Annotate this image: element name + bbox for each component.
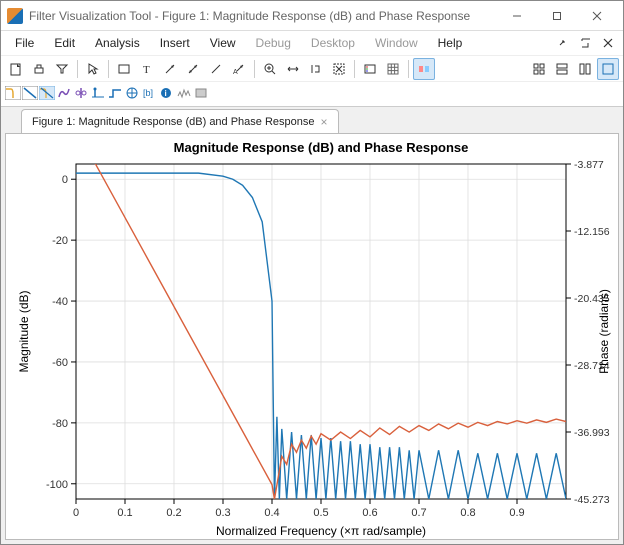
svg-text:-45.273: -45.273 bbox=[574, 494, 610, 506]
svg-text:-20: -20 bbox=[52, 235, 68, 247]
main-toolbar: T A bbox=[1, 55, 623, 81]
menu-window[interactable]: Window bbox=[367, 34, 426, 52]
window-title: Filter Visualization Tool - Figure 1: Ma… bbox=[29, 9, 497, 23]
svg-text:Magnitude (dB): Magnitude (dB) bbox=[17, 290, 31, 372]
pointer-button[interactable] bbox=[82, 58, 104, 80]
double-arrow-button[interactable] bbox=[182, 58, 204, 80]
magnitude-button[interactable] bbox=[5, 86, 21, 103]
svg-text:-40: -40 bbox=[52, 296, 68, 308]
maximize-button[interactable] bbox=[537, 2, 577, 30]
menubar: File Edit Analysis Insert View Debug Des… bbox=[1, 31, 623, 55]
svg-text:-60: -60 bbox=[52, 357, 68, 369]
tab-strip: Figure 1: Magnitude Response (dB) and Ph… bbox=[1, 107, 623, 133]
dock-icon[interactable] bbox=[555, 34, 573, 52]
minimize-button[interactable] bbox=[497, 2, 537, 30]
menu-desktop[interactable]: Desktop bbox=[303, 34, 363, 52]
group-delay-button[interactable] bbox=[56, 86, 72, 103]
svg-text:0.9: 0.9 bbox=[509, 507, 524, 519]
legend-button[interactable] bbox=[359, 58, 381, 80]
restore-view-button[interactable] bbox=[328, 58, 350, 80]
menu-help[interactable]: Help bbox=[430, 34, 471, 52]
svg-text:0: 0 bbox=[73, 507, 79, 519]
noise-power-button[interactable] bbox=[193, 86, 209, 103]
tab-close-icon[interactable]: × bbox=[321, 115, 328, 129]
undock-icon[interactable] bbox=[577, 34, 595, 52]
step-button[interactable] bbox=[107, 86, 123, 103]
svg-text:-80: -80 bbox=[52, 418, 68, 430]
text-arrow-button[interactable]: A bbox=[228, 58, 250, 80]
svg-text:T: T bbox=[143, 64, 150, 76]
line-button[interactable] bbox=[205, 58, 227, 80]
highlight-button[interactable] bbox=[413, 58, 435, 80]
svg-text:-3.877: -3.877 bbox=[574, 159, 604, 171]
app-icon bbox=[7, 8, 23, 24]
svg-text:0.6: 0.6 bbox=[362, 507, 377, 519]
svg-text:-36.993: -36.993 bbox=[574, 427, 610, 439]
svg-text:0.5: 0.5 bbox=[313, 507, 328, 519]
single-button[interactable] bbox=[597, 58, 619, 80]
application-window: Filter Visualization Tool - Figure 1: Ma… bbox=[0, 0, 624, 545]
svg-text:0: 0 bbox=[62, 174, 68, 186]
svg-text:i: i bbox=[165, 89, 167, 98]
print-button[interactable] bbox=[28, 58, 50, 80]
tile-v-button[interactable] bbox=[574, 58, 596, 80]
content-area: Figure 1: Magnitude Response (dB) and Ph… bbox=[1, 107, 623, 544]
svg-text:Phase (radians): Phase (radians) bbox=[597, 289, 611, 374]
mag-phase-button[interactable] bbox=[39, 86, 55, 103]
svg-text:[b]: [b] bbox=[143, 88, 153, 98]
text-button[interactable]: T bbox=[136, 58, 158, 80]
menu-view[interactable]: View bbox=[202, 34, 244, 52]
noise-psd-button[interactable] bbox=[176, 86, 192, 103]
polezero-button[interactable] bbox=[124, 86, 140, 103]
tile-h-button[interactable] bbox=[551, 58, 573, 80]
arrow-button[interactable] bbox=[159, 58, 181, 80]
coeffs-button[interactable]: [b] bbox=[141, 86, 157, 103]
analysis-toolbar: [b] i bbox=[1, 81, 623, 107]
menu-insert[interactable]: Insert bbox=[152, 34, 198, 52]
menu-file[interactable]: File bbox=[7, 34, 42, 52]
menu-debug[interactable]: Debug bbox=[248, 34, 299, 52]
titlebar: Filter Visualization Tool - Figure 1: Ma… bbox=[1, 1, 623, 31]
menu-edit[interactable]: Edit bbox=[46, 34, 83, 52]
svg-text:0.7: 0.7 bbox=[411, 507, 426, 519]
tile-button[interactable] bbox=[528, 58, 550, 80]
svg-text:0.4: 0.4 bbox=[264, 507, 279, 519]
impulse-button[interactable] bbox=[90, 86, 106, 103]
svg-text:-12.156: -12.156 bbox=[574, 226, 610, 238]
close-dock-icon[interactable] bbox=[599, 34, 617, 52]
grid-button[interactable] bbox=[382, 58, 404, 80]
svg-text:0.8: 0.8 bbox=[460, 507, 475, 519]
phase-button[interactable] bbox=[22, 86, 38, 103]
new-figure-button[interactable] bbox=[5, 58, 27, 80]
zoom-x-button[interactable] bbox=[282, 58, 304, 80]
svg-text:Magnitude Response (dB) and Ph: Magnitude Response (dB) and Phase Respon… bbox=[174, 140, 469, 155]
info-button[interactable]: i bbox=[158, 86, 174, 103]
svg-text:0.2: 0.2 bbox=[166, 507, 181, 519]
tab-label: Figure 1: Magnitude Response (dB) and Ph… bbox=[32, 116, 315, 128]
close-button[interactable] bbox=[577, 2, 617, 30]
zoom-y-button[interactable] bbox=[305, 58, 327, 80]
svg-text:0.1: 0.1 bbox=[117, 507, 132, 519]
svg-text:-100: -100 bbox=[46, 479, 68, 491]
full-filter-button[interactable] bbox=[51, 58, 73, 80]
svg-text:A: A bbox=[233, 69, 238, 76]
svg-text:0.3: 0.3 bbox=[215, 507, 230, 519]
svg-text:Normalized Frequency (×π rad/s: Normalized Frequency (×π rad/sample) bbox=[216, 524, 426, 538]
figure-tab[interactable]: Figure 1: Magnitude Response (dB) and Ph… bbox=[21, 109, 339, 133]
rectangle-button[interactable] bbox=[113, 58, 135, 80]
plot-area[interactable]: 0 0.1 0.2 0.3 0.4 0.5 0.6 0.7 0.8 0.9 -100 -80 -60 -4… bbox=[5, 133, 619, 540]
phase-delay-button[interactable] bbox=[73, 86, 89, 103]
zoom-in-button[interactable] bbox=[259, 58, 281, 80]
menu-analysis[interactable]: Analysis bbox=[87, 34, 148, 52]
